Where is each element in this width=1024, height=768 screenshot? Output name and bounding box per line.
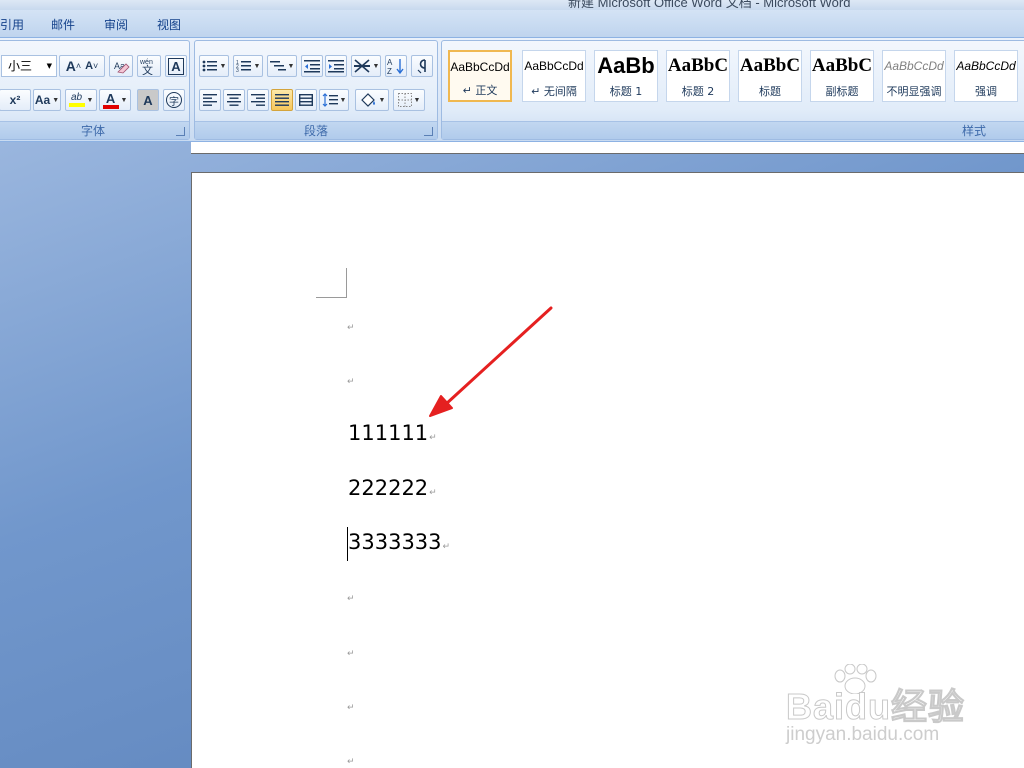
baidu-watermark: Baidu经验 jingyan.baidu.com [785, 664, 986, 754]
annotation-arrow [429, 306, 553, 417]
watermark-brand: Baidu经验 [785, 686, 966, 728]
watermark-url: jingyan.baidu.com [786, 724, 940, 745]
